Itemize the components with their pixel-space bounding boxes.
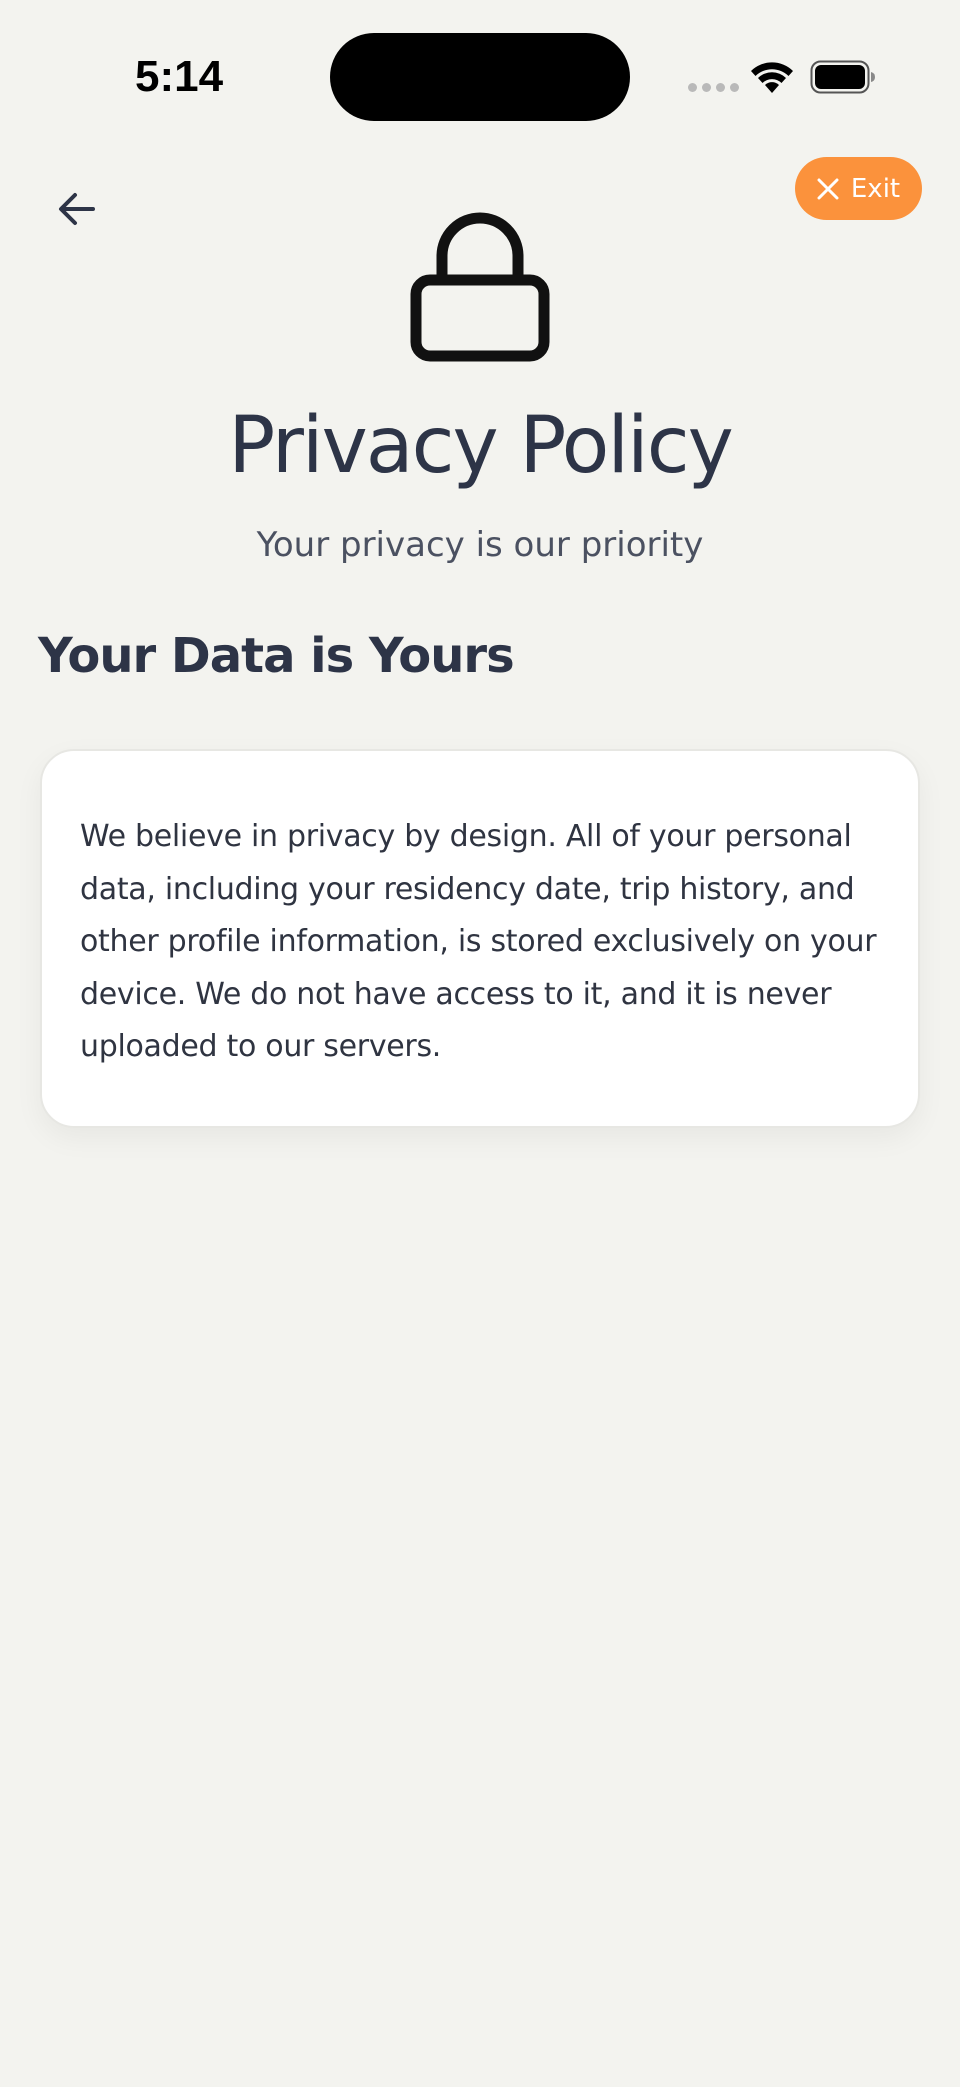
close-icon	[817, 178, 839, 199]
cellular-signal-icon	[688, 83, 739, 92]
page-title: Privacy Policy	[228, 401, 734, 491]
section-heading: Your Data is Yours	[38, 628, 515, 684]
status-bar: 5:14	[0, 0, 960, 150]
page-subtitle: Your privacy is our priority	[256, 525, 704, 565]
exit-label: Exit	[850, 173, 901, 204]
exit-button[interactable]: Exit	[795, 157, 922, 220]
privacy-card-text: We believe in privacy by design. All of …	[80, 819, 877, 1064]
wifi-icon	[751, 62, 793, 93]
lock-icon	[410, 212, 550, 362]
battery-icon	[810, 60, 875, 94]
back-button[interactable]	[48, 180, 106, 238]
privacy-card: We believe in privacy by design. All of …	[40, 749, 920, 1128]
arrow-left-icon	[59, 193, 95, 225]
dynamic-island	[330, 33, 630, 121]
status-time: 5:14	[135, 52, 224, 101]
